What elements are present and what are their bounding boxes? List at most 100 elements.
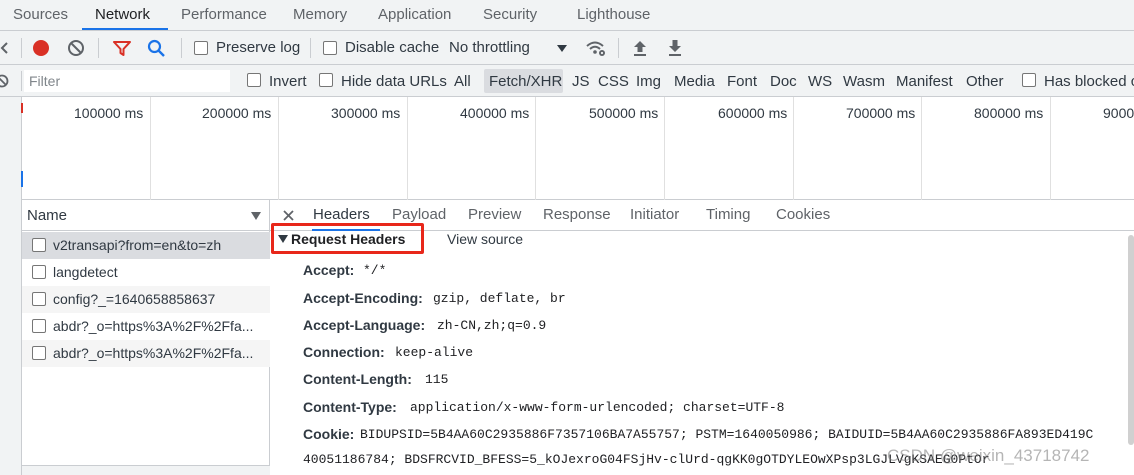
request-list: Name v2transapi?from=en&to=zh langdetect… — [22, 200, 270, 475]
request-row-icon — [32, 238, 46, 252]
type-ws[interactable]: WS — [808, 73, 832, 90]
type-fetch-xhr[interactable]: Fetch/XHR — [489, 73, 562, 90]
tab-response[interactable]: Response — [543, 206, 611, 223]
header-value: application/x-www-form-urlencoded; chars… — [410, 400, 785, 415]
overview-timeline[interactable]: 100000 ms 200000 ms 300000 ms 400000 ms … — [0, 97, 1134, 200]
header-value: 115 — [425, 372, 449, 387]
timeline-tick: 500000 ms — [589, 105, 659, 121]
timeline-tick: 600000 ms — [718, 105, 788, 121]
view-source-link[interactable]: View source — [447, 231, 523, 247]
type-img[interactable]: Img — [636, 73, 661, 90]
network-conditions-icon[interactable] — [585, 39, 607, 57]
export-har-icon[interactable] — [667, 39, 683, 57]
divider — [21, 71, 22, 91]
disable-cache-label[interactable]: Disable cache — [345, 39, 439, 56]
tab-initiator[interactable]: Initiator — [630, 206, 679, 223]
grid-line — [664, 97, 665, 200]
dom-event-marker — [21, 103, 23, 113]
header-key: Connection: — [303, 344, 385, 360]
type-js[interactable]: JS — [572, 73, 590, 90]
type-doc[interactable]: Doc — [770, 73, 797, 90]
request-row[interactable]: abdr?_o=https%3A%2F%2Ffa... — [22, 340, 270, 367]
tab-preview[interactable]: Preview — [468, 206, 521, 223]
name-column-header[interactable]: Name — [22, 200, 270, 231]
hide-data-urls-checkbox[interactable] — [319, 73, 333, 87]
status-bar — [22, 465, 270, 475]
sort-down-icon[interactable] — [251, 212, 261, 220]
tab-lighthouse[interactable]: Lighthouse — [577, 6, 650, 23]
header-key: Accept-Language: — [303, 317, 426, 333]
tab-security[interactable]: Security — [483, 6, 537, 23]
grid-line — [535, 97, 536, 200]
panel-toggle-icon[interactable] — [0, 42, 8, 54]
type-font[interactable]: Font — [727, 73, 757, 90]
tab-sources[interactable]: Sources — [13, 6, 68, 23]
header-value: BIDUPSID=5B4AA60C2935886F7357106BA7A5575… — [360, 427, 1094, 442]
import-har-icon[interactable] — [632, 39, 648, 57]
request-row[interactable]: abdr?_o=https%3A%2F%2Ffa... — [22, 313, 270, 340]
close-icon[interactable] — [283, 210, 294, 221]
has-blocked-cookies-checkbox[interactable] — [1022, 73, 1036, 87]
block-icon[interactable] — [0, 74, 11, 88]
divider — [181, 38, 182, 58]
has-blocked-cookies-label[interactable]: Has blocked c — [1044, 73, 1134, 90]
request-row-selected[interactable]: v2transapi?from=en&to=zh — [22, 232, 270, 259]
filter-input[interactable] — [24, 70, 230, 92]
header-value: */* — [363, 263, 387, 278]
type-all[interactable]: All — [454, 73, 471, 90]
header-value: zh-CN,zh;q=0.9 — [437, 318, 547, 333]
left-gutter — [0, 200, 22, 475]
scrollbar[interactable] — [1128, 235, 1134, 445]
record-icon[interactable] — [32, 39, 50, 57]
request-name: abdr?_o=https%3A%2F%2Ffa... — [53, 345, 254, 361]
chevron-down-icon[interactable] — [557, 45, 567, 52]
timeline-tick: 400000 ms — [460, 105, 530, 121]
hide-data-urls-label[interactable]: Hide data URLs — [341, 73, 447, 90]
tab-application[interactable]: Application — [378, 6, 451, 23]
watermark: CSDN @weixin_43718742 — [887, 446, 1090, 465]
tab-payload[interactable]: Payload — [392, 206, 446, 223]
preserve-log-checkbox[interactable] — [194, 41, 208, 55]
request-row[interactable]: config?_=1640658858637 — [22, 286, 270, 313]
type-wasm[interactable]: Wasm — [843, 73, 885, 90]
search-icon[interactable] — [147, 39, 166, 58]
throttling-select[interactable]: No throttling — [449, 39, 530, 56]
request-row-icon — [32, 319, 46, 333]
header-key: Content-Type: — [303, 399, 397, 415]
type-other[interactable]: Other — [966, 73, 1004, 90]
invert-checkbox[interactable] — [247, 73, 261, 87]
tab-network[interactable]: Network — [95, 6, 150, 23]
type-css[interactable]: CSS — [598, 73, 629, 90]
grid-line — [407, 97, 408, 200]
tab-performance[interactable]: Performance — [181, 6, 267, 23]
tab-memory[interactable]: Memory — [293, 6, 347, 23]
request-row-icon — [32, 346, 46, 360]
timeline-tick: 9000 — [1103, 105, 1134, 121]
devtools-tabbar: Sources Network Performance Memory Appli… — [0, 0, 1134, 31]
type-manifest[interactable]: Manifest — [896, 73, 953, 90]
name-column-label: Name — [27, 207, 68, 224]
header-key: Accept-Encoding: — [303, 290, 423, 306]
tab-cookies[interactable]: Cookies — [776, 206, 830, 223]
tab-timing[interactable]: Timing — [706, 206, 750, 223]
timeline-tick: 300000 ms — [331, 105, 401, 121]
request-name: abdr?_o=https%3A%2F%2Ffa... — [53, 318, 254, 334]
grid-line — [1050, 97, 1051, 200]
preserve-log-label[interactable]: Preserve log — [216, 39, 300, 56]
filter-bar: Invert Hide data URLs All Fetch/XHR JS C… — [0, 65, 1134, 97]
request-row[interactable]: langdetect — [22, 259, 270, 286]
grid-line — [921, 97, 922, 200]
highlight-annotation-box — [271, 223, 424, 254]
divider — [310, 38, 311, 58]
header-key: Cookie: — [303, 426, 355, 442]
disable-cache-checkbox[interactable] — [323, 41, 337, 55]
network-toolbar: Preserve log Disable cache No throttling — [0, 31, 1134, 65]
type-media[interactable]: Media — [674, 73, 715, 90]
header-key: Content-Length: — [303, 371, 412, 387]
filter-icon[interactable] — [112, 40, 132, 57]
clear-icon[interactable] — [67, 39, 85, 57]
request-bar — [21, 171, 23, 187]
grid-line — [278, 97, 279, 200]
invert-label[interactable]: Invert — [269, 73, 307, 90]
tab-headers[interactable]: Headers — [313, 206, 370, 223]
